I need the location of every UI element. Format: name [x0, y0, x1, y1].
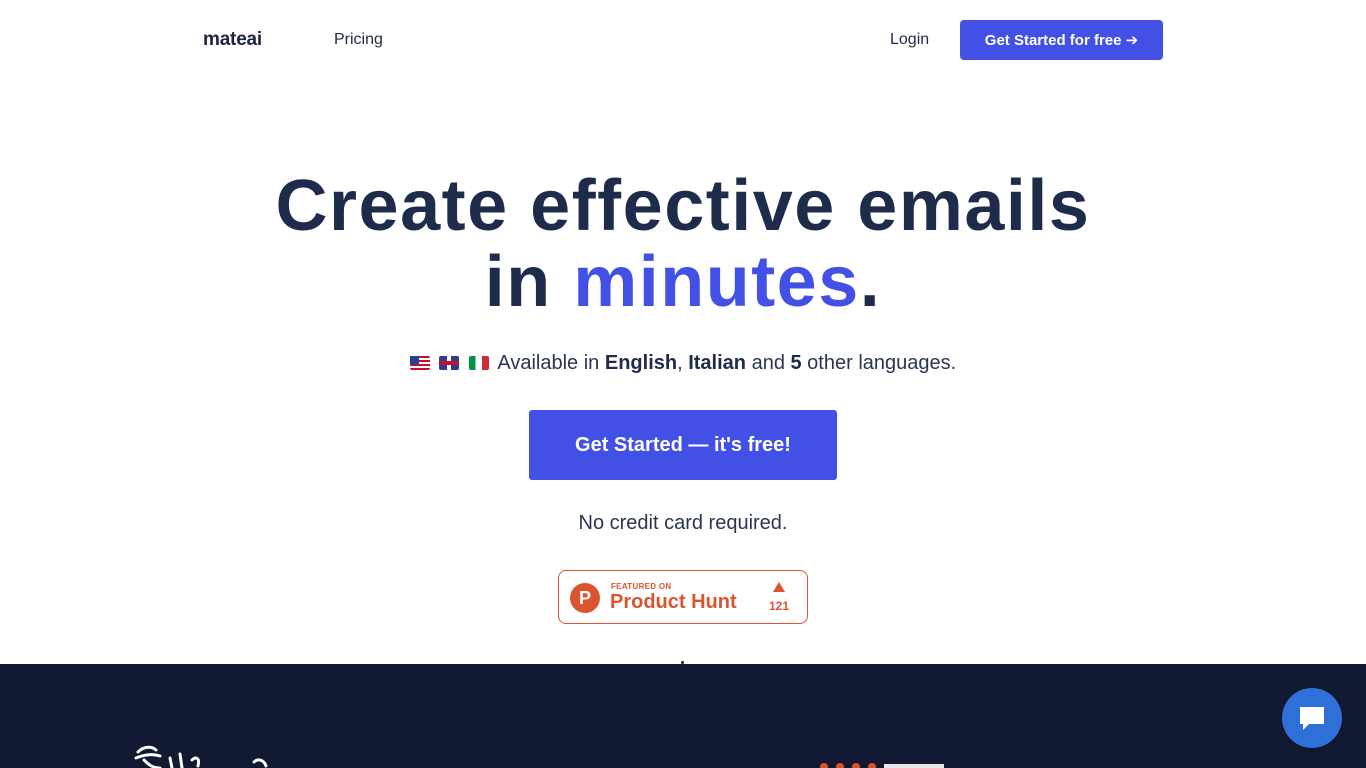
handwritten-scribble-icon — [134, 745, 268, 768]
lang-prefix: Available in — [497, 352, 605, 374]
product-hunt-name: Product Hunt — [610, 591, 737, 613]
product-hunt-upvote-count: 121 — [768, 599, 790, 613]
lang-count: 5 — [790, 352, 802, 374]
get-started-free-button[interactable]: Get Started for free ➔ — [960, 20, 1163, 60]
product-hunt-featured-label: FEATURED ON — [611, 582, 672, 591]
chat-bubble-icon — [1300, 707, 1324, 730]
product-hunt-logo-icon: P — [570, 583, 600, 613]
lang-english: English — [604, 352, 678, 374]
hero-headline-accent: minutes — [573, 242, 860, 322]
hero-get-started-button[interactable]: Get Started — it's free! — [529, 410, 837, 480]
hero-headline-prefix: in — [484, 242, 574, 322]
product-hunt-badge[interactable]: P FEATURED ON Product Hunt 121 — [558, 570, 808, 624]
lang-italian: Italian — [688, 352, 747, 374]
lang-separator: , — [677, 352, 689, 374]
flag-us-icon — [409, 356, 430, 370]
upvote-triangle-icon — [773, 582, 785, 592]
hero-headline-line1: Create effective emails — [275, 166, 1091, 246]
nav-link-pricing[interactable]: Pricing — [334, 31, 383, 49]
top-navigation: mateai Pricing Login Get Started for fre… — [0, 0, 1366, 80]
no-credit-card-note: No credit card required. — [578, 512, 788, 534]
nav-link-login[interactable]: Login — [890, 31, 929, 49]
chat-widget-button[interactable] — [1282, 688, 1342, 748]
mateai-logo[interactable]: mateai — [203, 29, 262, 51]
hero-headline-suffix: . — [859, 242, 882, 322]
lang-and: and — [746, 352, 791, 374]
languages-availability-line: Available in English, Italian and 5 othe… — [0, 352, 1366, 375]
flag-uk-icon — [439, 356, 460, 370]
flag-italy-icon — [468, 356, 489, 370]
hero-headline: Create effective emails in minutes. — [0, 168, 1366, 320]
lang-suffix: other languages. — [801, 352, 957, 374]
decorative-dots-icon — [820, 763, 944, 768]
